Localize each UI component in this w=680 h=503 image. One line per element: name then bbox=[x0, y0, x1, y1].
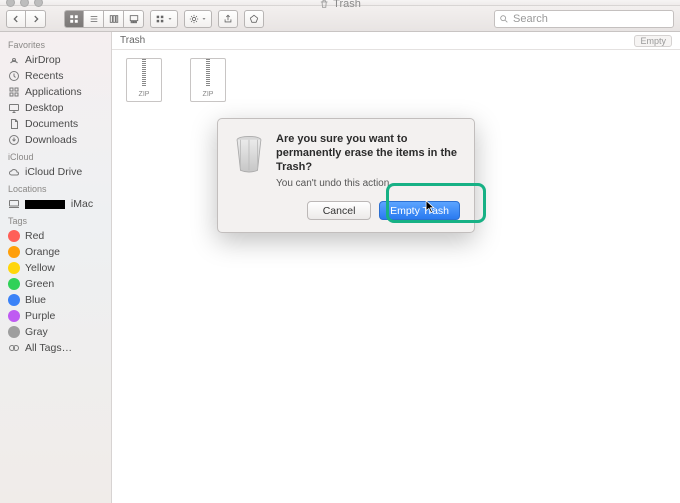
sidebar-item-green[interactable]: Green bbox=[0, 276, 111, 292]
sidebar-item-label: Red bbox=[25, 230, 44, 242]
forward-button[interactable] bbox=[26, 10, 46, 28]
sidebar-header: Favorites bbox=[0, 36, 111, 52]
sidebar-item-orange[interactable]: Orange bbox=[0, 244, 111, 260]
empty-trash-badge[interactable]: Empty bbox=[634, 35, 672, 47]
list-view-button[interactable] bbox=[84, 10, 104, 28]
sidebar-item-red[interactable]: Red bbox=[0, 228, 111, 244]
tag-dot bbox=[8, 262, 20, 274]
file-grid bbox=[112, 50, 680, 113]
confirm-dialog: Are you sure you want to permanently era… bbox=[217, 118, 475, 233]
sidebar-item-label: AirDrop bbox=[25, 54, 61, 66]
sidebar-item-label: All Tags… bbox=[25, 342, 72, 354]
sidebar-item-label: Orange bbox=[25, 246, 60, 258]
window-controls bbox=[6, 0, 43, 7]
recents-icon bbox=[8, 70, 20, 82]
tag-dot bbox=[8, 278, 20, 290]
tags-button[interactable] bbox=[244, 10, 264, 28]
back-button[interactable] bbox=[6, 10, 26, 28]
gallery-view-button[interactable] bbox=[124, 10, 144, 28]
alltags-icon bbox=[8, 342, 20, 354]
tag-dot bbox=[8, 310, 20, 322]
sidebar-item-label: Applications bbox=[25, 86, 82, 98]
search-field[interactable]: Search bbox=[494, 10, 674, 28]
documents-icon bbox=[8, 118, 20, 130]
dialog-subtitle: You can't undo this action. bbox=[276, 178, 460, 189]
trash-icon bbox=[232, 133, 266, 189]
file-item[interactable] bbox=[120, 58, 168, 105]
computer-icon bbox=[8, 198, 20, 210]
share-button[interactable] bbox=[218, 10, 238, 28]
close-window-button[interactable] bbox=[6, 0, 15, 7]
sidebar-item-label: Blue bbox=[25, 294, 46, 306]
sidebar-item-icloud-drive[interactable]: iCloud Drive bbox=[0, 164, 111, 180]
apps-icon bbox=[8, 86, 20, 98]
sidebar-item-recents[interactable]: Recents bbox=[0, 68, 111, 84]
sidebar-item-imac[interactable]: iMac bbox=[0, 196, 111, 212]
tag-dot bbox=[8, 230, 20, 242]
path-location: Trash bbox=[120, 35, 145, 46]
tag-dot bbox=[8, 326, 20, 338]
titlebar: Trash bbox=[0, 0, 680, 6]
content-area: Trash Empty Are you sure you want to per… bbox=[112, 32, 680, 503]
sidebar-item-label: Gray bbox=[25, 326, 48, 338]
sidebar-item-downloads[interactable]: Downloads bbox=[0, 132, 111, 148]
downloads-icon bbox=[8, 134, 20, 146]
desktop-icon bbox=[8, 102, 20, 114]
arrange-button[interactable] bbox=[150, 10, 178, 28]
sidebar-item-blue[interactable]: Blue bbox=[0, 292, 111, 308]
file-thumbnail bbox=[190, 58, 226, 102]
empty-trash-button[interactable]: Empty Trash bbox=[379, 201, 460, 220]
view-mode-buttons bbox=[64, 10, 144, 28]
sidebar-item-label: iCloud Drive bbox=[25, 166, 82, 178]
sidebar-item-label: Yellow bbox=[25, 262, 55, 274]
sidebar-item-yellow[interactable]: Yellow bbox=[0, 260, 111, 276]
sidebar-item-label: Green bbox=[25, 278, 54, 290]
sidebar-header: iCloud bbox=[0, 148, 111, 164]
path-bar: Trash Empty bbox=[112, 32, 680, 50]
tag-dot bbox=[8, 294, 20, 306]
search-placeholder: Search bbox=[513, 13, 548, 25]
sidebar-item-airdrop[interactable]: AirDrop bbox=[0, 52, 111, 68]
sidebar-item-all-tags-[interactable]: All Tags… bbox=[0, 340, 111, 356]
file-thumbnail bbox=[126, 58, 162, 102]
sidebar-item-label: Downloads bbox=[25, 134, 77, 146]
sidebar-item-applications[interactable]: Applications bbox=[0, 84, 111, 100]
airdrop-icon bbox=[8, 54, 20, 66]
trash-icon bbox=[319, 0, 329, 9]
redacted-text bbox=[25, 200, 65, 209]
sidebar-item-label: Documents bbox=[25, 118, 78, 130]
file-item[interactable] bbox=[184, 58, 232, 105]
sidebar-header: Tags bbox=[0, 212, 111, 228]
icloud-icon bbox=[8, 166, 20, 178]
sidebar-item-label: iMac bbox=[25, 198, 93, 210]
window-title: Trash bbox=[319, 0, 361, 10]
sidebar-item-label: Purple bbox=[25, 310, 55, 322]
zoom-window-button[interactable] bbox=[34, 0, 43, 7]
column-view-button[interactable] bbox=[104, 10, 124, 28]
minimize-window-button[interactable] bbox=[20, 0, 29, 7]
sidebar-item-desktop[interactable]: Desktop bbox=[0, 100, 111, 116]
dialog-title: Are you sure you want to permanently era… bbox=[276, 133, 460, 174]
sidebar-item-documents[interactable]: Documents bbox=[0, 116, 111, 132]
tag-dot bbox=[8, 246, 20, 258]
action-button[interactable] bbox=[184, 10, 212, 28]
sidebar: Favorites AirDrop Recents Applications Deskt… bbox=[0, 32, 112, 503]
cancel-button[interactable]: Cancel bbox=[307, 201, 371, 220]
sidebar-header: Locations bbox=[0, 180, 111, 196]
search-icon bbox=[499, 14, 509, 24]
icon-view-button[interactable] bbox=[64, 10, 84, 28]
sidebar-item-gray[interactable]: Gray bbox=[0, 324, 111, 340]
nav-buttons bbox=[6, 10, 46, 28]
sidebar-item-label: Desktop bbox=[25, 102, 64, 114]
sidebar-item-purple[interactable]: Purple bbox=[0, 308, 111, 324]
sidebar-item-label: Recents bbox=[25, 70, 64, 82]
